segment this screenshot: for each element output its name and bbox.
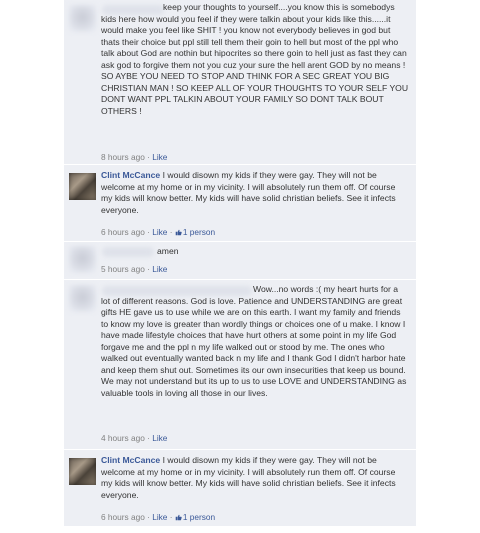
comment-meta: 8 hours ago · Like	[101, 152, 167, 163]
comment-body: Clint McCance I would disown my kids if …	[101, 170, 409, 216]
avatar[interactable]	[69, 458, 96, 485]
like-count-link[interactable]: 1 person	[175, 512, 215, 522]
comment-text: keep your thoughts to yourself....you kn…	[101, 2, 411, 116]
comment: Wow...no words :( my heart hurts for a l…	[64, 280, 416, 450]
comment-author[interactable]: Clint McCance	[101, 455, 160, 465]
like-link[interactable]: Like	[152, 512, 167, 522]
meta-separator: ·	[167, 512, 175, 522]
comment: Clint McCance I would disown my kids if …	[64, 165, 416, 242]
avatar[interactable]	[69, 5, 96, 32]
comment-timestamp[interactable]: 8 hours ago	[101, 152, 145, 162]
meta-separator: ·	[167, 227, 175, 237]
like-link[interactable]: Like	[152, 227, 167, 237]
comment-timestamp[interactable]: 6 hours ago	[101, 512, 145, 522]
like-link[interactable]: Like	[152, 433, 167, 443]
like-count-link[interactable]: 1 person	[175, 227, 215, 237]
avatar[interactable]	[69, 246, 96, 273]
avatar[interactable]	[69, 285, 96, 312]
comment-thread: keep your thoughts to yourself....you kn…	[64, 0, 416, 527]
thumbs-up-icon	[175, 229, 182, 236]
thumbs-up-icon	[175, 514, 182, 521]
comment: keep your thoughts to yourself....you kn…	[64, 0, 416, 165]
comment-timestamp[interactable]: 6 hours ago	[101, 227, 145, 237]
comment-meta: 4 hours ago · Like	[101, 433, 167, 444]
comment: Clint McCance I would disown my kids if …	[64, 450, 416, 527]
comment: amen 5 hours ago · Like	[64, 242, 416, 280]
comment-body: Wow...no words :( my heart hurts for a l…	[101, 284, 409, 399]
comment-meta: 5 hours ago · Like	[101, 264, 167, 275]
comment-meta: 6 hours ago · Like · 1 person	[101, 227, 215, 238]
comment-author[interactable]: Clint McCance	[101, 170, 160, 180]
comment-timestamp[interactable]: 4 hours ago	[101, 433, 145, 443]
comment-text: amen	[157, 246, 179, 256]
like-link[interactable]: Like	[152, 264, 167, 274]
like-link[interactable]: Like	[152, 152, 167, 162]
comment-body: Clint McCance I would disown my kids if …	[101, 455, 409, 501]
comment-text: Wow...no words :( my heart hurts for a l…	[101, 284, 409, 398]
like-count: 1 person	[182, 227, 216, 237]
avatar[interactable]	[69, 173, 96, 200]
comment-body: amen	[101, 246, 409, 258]
comment-timestamp[interactable]: 5 hours ago	[101, 264, 145, 274]
comment-meta: 6 hours ago · Like · 1 person	[101, 512, 215, 523]
like-count: 1 person	[182, 512, 216, 522]
comment-body: keep your thoughts to yourself....you kn…	[101, 2, 409, 117]
